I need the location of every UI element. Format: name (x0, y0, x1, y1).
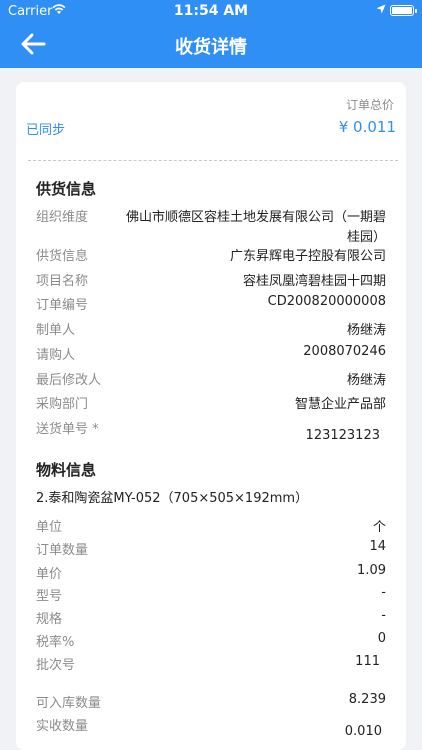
page-title: 收货详情 (175, 37, 247, 58)
supply-section-title: 供货信息 (36, 180, 97, 198)
supplier-label: 供货信息 (36, 249, 89, 264)
status-bar: Carrier 11:54 AM (0, 0, 422, 22)
spec-value: - (381, 608, 386, 623)
project-name-value: 容桂凤凰湾碧桂园十四期 (242, 274, 386, 289)
unit-label: 单位 (36, 520, 63, 535)
last-modifier-label: 最后修改人 (36, 373, 102, 388)
order-number-label: 订单编号 (36, 298, 89, 313)
delivery-number-input[interactable]: 123123123 (306, 428, 380, 443)
unit-price-value: 1.09 (357, 563, 386, 578)
navigation-bar: 收货详情 (0, 22, 422, 66)
model-value: - (381, 585, 386, 600)
unit-price-label: 单价 (36, 567, 63, 582)
delivery-number-label: 送货单号 * (36, 422, 99, 437)
sync-status-badge: 已同步 (26, 123, 66, 138)
requester-label: 请购人 (36, 348, 76, 363)
project-name-label: 项目名称 (36, 274, 89, 289)
header-bar: Carrier 11:54 AM 收货详情 (0, 0, 422, 68)
unit-value: 个 (372, 520, 386, 535)
location-icon (376, 4, 386, 14)
org-label: 组织维度 (36, 210, 89, 225)
purchase-dept-value: 智慧企业产品部 (294, 397, 386, 412)
actual-quantity-label: 实收数量 (36, 719, 89, 734)
material-section-title: 物料信息 (36, 461, 97, 479)
org-value-line2: 桂园） (346, 230, 386, 245)
tax-rate-value: 0 (377, 631, 386, 646)
receipt-detail-card: 订单总价 已同步 ¥ 0.011 供货信息 组织维度 佛山市顺德区容桂土地发展有… (16, 82, 406, 750)
last-modifier-value: 杨继涛 (346, 373, 386, 388)
total-price-label: 订单总价 (346, 98, 395, 112)
total-price-value: ¥ 0.011 (338, 118, 396, 136)
org-value-line1: 佛山市顺德区容桂土地发展有限公司（一期碧 (125, 210, 386, 225)
supplier-value: 广东昇辉电子控股有限公司 (229, 249, 386, 264)
order-quantity-value: 14 (369, 539, 386, 554)
battery-icon (390, 5, 417, 16)
creator-value: 杨继涛 (346, 323, 386, 338)
actual-quantity-input[interactable]: 0.010 (345, 724, 382, 739)
purchase-dept-label: 采购部门 (36, 397, 89, 412)
batch-number-label: 批次号 (36, 658, 76, 673)
batch-number-input[interactable]: 111 (355, 654, 380, 669)
model-label: 型号 (36, 589, 63, 604)
tax-rate-label: 税率% (36, 635, 75, 650)
material-item-name: 2.泰和陶瓷盆MY-052（705×505×192mm） (36, 491, 309, 506)
in-stock-quantity-label: 可入库数量 (36, 696, 102, 711)
requester-value: 2008070246 (303, 344, 386, 359)
creator-label: 制单人 (36, 323, 76, 338)
spec-label: 规格 (36, 612, 63, 627)
dashed-divider (28, 160, 398, 161)
in-stock-quantity-value: 8.239 (348, 692, 386, 707)
order-number-value: CD200820000008 (267, 294, 386, 309)
clock: 11:54 AM (173, 3, 249, 19)
order-quantity-label: 订单数量 (36, 543, 89, 558)
